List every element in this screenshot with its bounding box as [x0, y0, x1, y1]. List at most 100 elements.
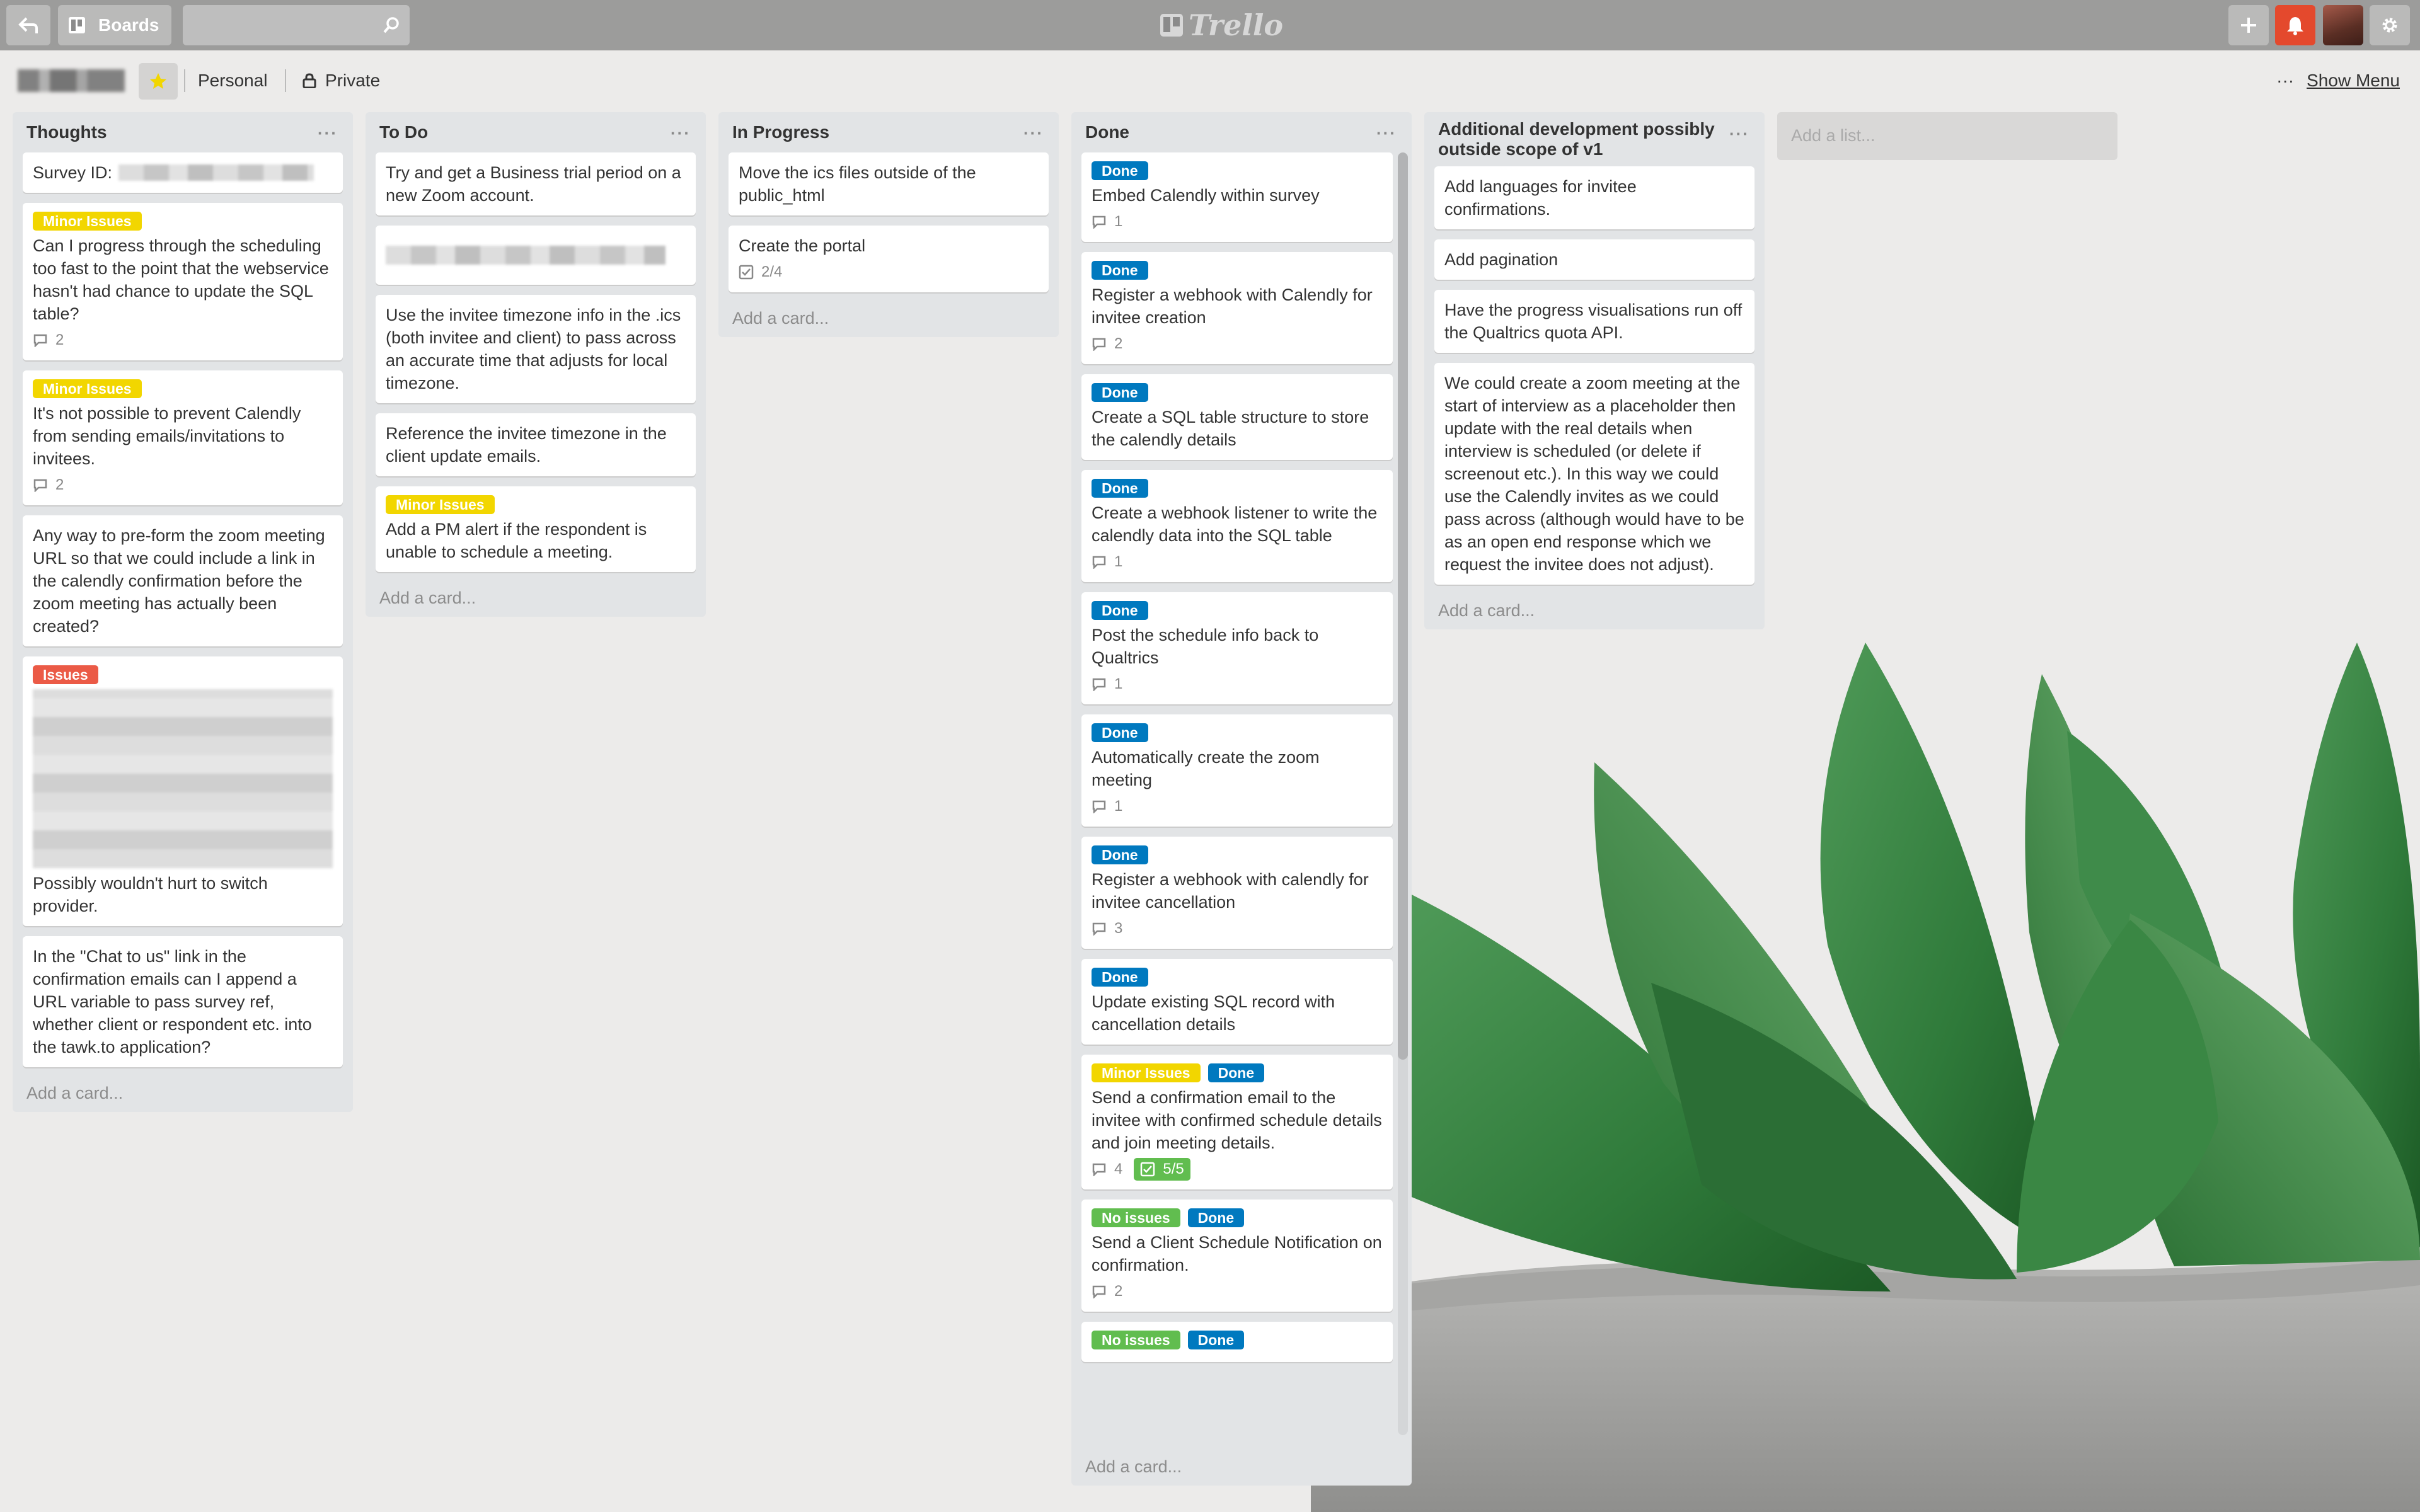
card[interactable]: Have the progress visualisations run off…: [1434, 290, 1754, 353]
card[interactable]: Add pagination: [1434, 239, 1754, 280]
card[interactable]: Try and get a Business trial period on a…: [376, 152, 696, 215]
comment-count: 4: [1114, 1160, 1123, 1177]
search-input[interactable]: [183, 5, 410, 45]
list-menu-icon[interactable]: ···: [1729, 123, 1749, 144]
list-header: Thoughts ···: [23, 112, 343, 152]
comment-count: 3: [1114, 920, 1123, 937]
board-header: Personal Private ··· Show Menu: [0, 62, 2420, 102]
list-title[interactable]: Done: [1085, 122, 1129, 142]
list-menu-icon[interactable]: ···: [671, 123, 691, 143]
card[interactable]: [376, 226, 696, 285]
card[interactable]: Done Register a webhook with calendly fo…: [1081, 837, 1393, 949]
trello-logo[interactable]: Trello: [1160, 8, 1283, 43]
add-card-button[interactable]: Add a card...: [376, 582, 696, 608]
comments-badge: 2: [1092, 1280, 1122, 1303]
card-title: Automatically create the zoom meeting: [1092, 748, 1320, 789]
add-card-button[interactable]: Add a card...: [1081, 1451, 1185, 1477]
add-list-input[interactable]: Add a list...: [1777, 112, 2118, 160]
comment-icon: [1092, 922, 1106, 936]
card[interactable]: Done Embed Calendly within survey 1: [1081, 152, 1393, 242]
label-minor-issues: Minor Issues: [33, 212, 142, 231]
card[interactable]: Any way to pre-form the zoom meeting URL…: [23, 515, 343, 646]
checklist-count: 5/5: [1163, 1160, 1184, 1177]
label-done: Done: [1207, 1063, 1265, 1082]
add-card-button[interactable]: Add a card...: [1434, 595, 1754, 621]
back-button[interactable]: [6, 5, 50, 45]
done-card-area: Done Embed Calendly within survey 1 Done…: [1081, 152, 1402, 1444]
list-title[interactable]: Thoughts: [26, 122, 107, 142]
card[interactable]: Done Create a webhook listener to write …: [1081, 470, 1393, 582]
add-card-button[interactable]: Add a card...: [23, 1077, 343, 1103]
list-title[interactable]: In Progress: [732, 122, 829, 142]
boards-button[interactable]: Boards: [58, 5, 171, 45]
notifications-button[interactable]: [2275, 5, 2315, 45]
card[interactable]: Add languages for invitee confirmations.: [1434, 166, 1754, 229]
card-title: Reference the invitee timezone in the cl…: [386, 424, 667, 466]
card[interactable]: No issues Done Send a Client Schedule No…: [1081, 1200, 1393, 1312]
separator: [285, 69, 286, 92]
card-title: Move the ics files outside of the public…: [739, 163, 976, 205]
card-title: Create the portal: [739, 236, 866, 255]
personal-team-link[interactable]: Personal: [198, 71, 268, 91]
card[interactable]: Use the invitee timezone info in the .ic…: [376, 295, 696, 403]
star-board-button[interactable]: [139, 63, 178, 100]
label-done: Done: [1187, 1208, 1245, 1227]
card[interactable]: Done Automatically create the zoom meeti…: [1081, 714, 1393, 827]
user-avatar[interactable]: [2323, 5, 2363, 45]
card[interactable]: In the "Chat to us" link in the confirma…: [23, 936, 343, 1067]
settings-button[interactable]: [2370, 5, 2410, 45]
list-done: Done ··· Done Embed Calendly within surv…: [1071, 112, 1412, 1486]
comments-badge: 2: [33, 474, 64, 496]
redacted-survey-id: [118, 164, 314, 181]
card[interactable]: Move the ics files outside of the public…: [729, 152, 1049, 215]
card[interactable]: Create the portal 2/4: [729, 226, 1049, 292]
show-menu-button[interactable]: ··· Show Menu: [2276, 71, 2400, 91]
card[interactable]: Done Post the schedule info back to Qual…: [1081, 592, 1393, 704]
list-header: To Do ···: [376, 112, 696, 152]
card[interactable]: Issues Possibly wouldn't hurt to switch …: [23, 656, 343, 926]
card[interactable]: No issues Done: [1081, 1322, 1393, 1362]
comments-badge: 2: [33, 329, 64, 352]
list-title[interactable]: To Do: [379, 122, 428, 142]
list-title[interactable]: Additional development possibly outside …: [1438, 119, 1717, 159]
boards-icon: [69, 17, 85, 33]
comment-count: 2: [55, 331, 64, 348]
card[interactable]: Survey ID:: [23, 152, 343, 193]
redacted-card-title: [386, 246, 666, 265]
plus-icon: [2241, 18, 2256, 33]
scrollbar-thumb[interactable]: [1398, 152, 1408, 1060]
add-card-button[interactable]: Add a card...: [729, 302, 1049, 328]
separator: [184, 69, 185, 92]
card[interactable]: Minor Issues Add a PM alert if the respo…: [376, 486, 696, 572]
card[interactable]: Done Create a SQL table structure to sto…: [1081, 374, 1393, 460]
checklist-icon: [1141, 1162, 1155, 1177]
card[interactable]: Minor Issues Can I progress through the …: [23, 203, 343, 360]
checklist-complete-badge: 5/5: [1134, 1158, 1190, 1181]
list-scrollbar[interactable]: [1398, 152, 1408, 1435]
card[interactable]: Minor Issues Done Send a confirmation em…: [1081, 1055, 1393, 1189]
comment-count: 1: [1114, 213, 1123, 230]
card-title: Create a SQL table structure to store th…: [1092, 408, 1369, 449]
list-additional-development: Additional development possibly outside …: [1424, 112, 1765, 629]
list-header: Additional development possibly outside …: [1434, 112, 1754, 166]
card-title: Add languages for invitee confirmations.: [1444, 177, 1637, 219]
add-button[interactable]: [2228, 5, 2269, 45]
gear-icon: [2382, 18, 2397, 33]
card-title: Register a webhook with calendly for inv…: [1092, 870, 1369, 912]
board-title-redacted[interactable]: [18, 69, 125, 92]
comment-icon: [1092, 1285, 1106, 1298]
list-in-progress: In Progress ··· Move the ics files outsi…: [718, 112, 1059, 337]
search-icon: [383, 17, 399, 33]
list-menu-icon[interactable]: ···: [1023, 123, 1044, 143]
card-title: Create a webhook listener to write the c…: [1092, 503, 1378, 545]
card[interactable]: Reference the invitee timezone in the cl…: [376, 413, 696, 476]
list-menu-icon[interactable]: ···: [1376, 123, 1397, 143]
comments-badge: 3: [1092, 917, 1122, 940]
privacy-button[interactable]: Private: [302, 71, 380, 91]
card[interactable]: Done Register a webhook with Calendly fo…: [1081, 252, 1393, 364]
list-menu-icon[interactable]: ···: [318, 123, 338, 143]
card[interactable]: We could create a zoom meeting at the st…: [1434, 363, 1754, 585]
card[interactable]: Minor Issues It's not possible to preven…: [23, 370, 343, 505]
card[interactable]: Done Update existing SQL record with can…: [1081, 959, 1393, 1045]
label-issues: Issues: [33, 665, 98, 684]
